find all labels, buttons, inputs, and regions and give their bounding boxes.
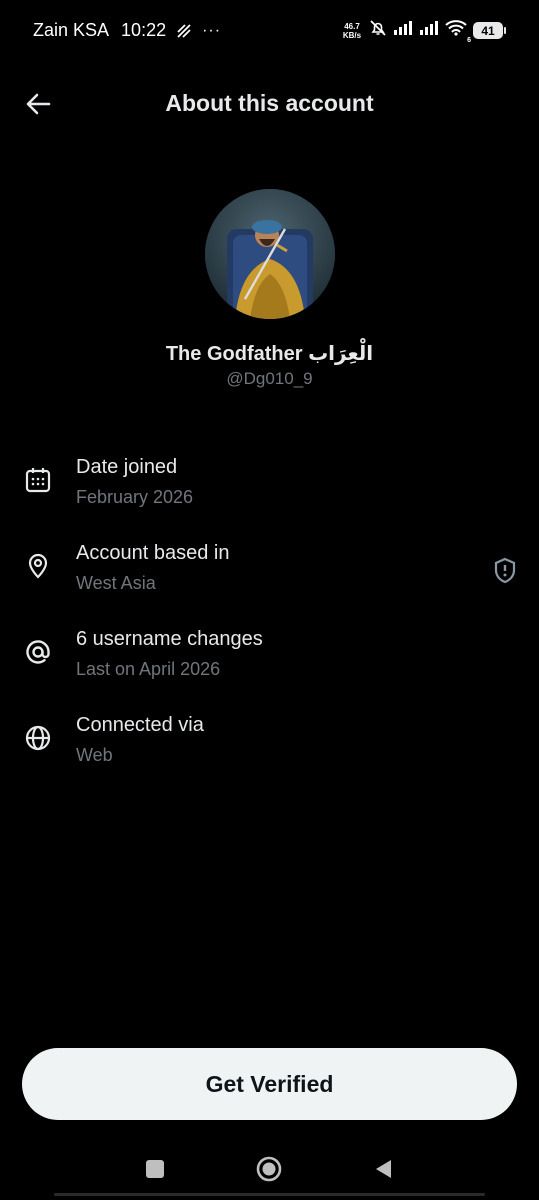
- info-subtitle: February 2026: [76, 487, 194, 507]
- info-row-account-based-in: Account based in West Asia: [0, 542, 539, 612]
- data-saver-icon: [176, 23, 192, 39]
- system-nav-bar: [0, 1140, 539, 1200]
- signal-bars-2-icon: [419, 20, 439, 41]
- system-back-button[interactable]: [369, 1154, 399, 1184]
- gesture-bar: [54, 1193, 485, 1196]
- circle-icon: [256, 1156, 282, 1182]
- signal-bars-1-icon: [393, 20, 413, 41]
- clock-time: 10:22: [121, 20, 167, 40]
- carrier-name: Zain KSA: [33, 20, 110, 40]
- info-title: 6 username changes: [76, 628, 263, 650]
- display-name: The Godfather الْعِرَاب: [165, 343, 374, 365]
- info-row-date-joined: Date joined February 2026: [0, 456, 539, 526]
- square-icon: [146, 1160, 164, 1178]
- info-subtitle: West Asia: [76, 573, 156, 593]
- info-title: Connected via: [76, 714, 204, 736]
- status-bar: Zain KSA 10:22 ··· 46.7 KB/s 6 41: [0, 0, 539, 64]
- calendar-icon: [22, 464, 54, 496]
- at-sign-icon: [22, 636, 54, 668]
- page-title: About this account: [165, 90, 374, 116]
- info-row-username-changes: 6 username changes Last on April 2026: [0, 628, 539, 698]
- battery-level: 41: [481, 23, 495, 38]
- get-verified-button[interactable]: Get Verified: [22, 1048, 517, 1120]
- battery-icon: 41: [473, 22, 506, 39]
- info-title: Date joined: [76, 456, 178, 478]
- location-pin-icon: [22, 550, 54, 582]
- bell-muted-icon: [369, 19, 387, 42]
- shield-alert-button[interactable]: [489, 554, 521, 586]
- more-notifications-icon: ···: [202, 21, 222, 39]
- avatar[interactable]: [205, 189, 335, 319]
- globe-icon: [22, 722, 54, 754]
- recents-button[interactable]: [140, 1154, 170, 1184]
- home-button[interactable]: [254, 1154, 284, 1184]
- status-right: 46.7 KB/s 6 41: [341, 19, 506, 44]
- handle: @Dg010_9: [226, 369, 313, 388]
- wifi-icon: 6: [445, 20, 471, 44]
- network-speed-value: 46.7: [344, 21, 360, 31]
- info-row-connected-via: Connected via Web: [0, 714, 539, 784]
- shield-alert-icon: [494, 557, 516, 584]
- network-speed: 46.7 KB/s: [341, 22, 363, 40]
- status-left: Zain KSA 10:22 ···: [33, 20, 221, 41]
- header: About this account: [0, 76, 539, 132]
- info-title: Account based in: [76, 542, 230, 564]
- wifi-badge: 6: [467, 37, 471, 44]
- info-subtitle: Web: [76, 745, 113, 765]
- network-speed-unit: KB/s: [342, 30, 362, 40]
- screen: Zain KSA 10:22 ··· 46.7 KB/s 6 41 About …: [0, 0, 539, 1200]
- triangle-back-icon: [376, 1160, 391, 1178]
- info-subtitle: Last on April 2026: [76, 659, 221, 679]
